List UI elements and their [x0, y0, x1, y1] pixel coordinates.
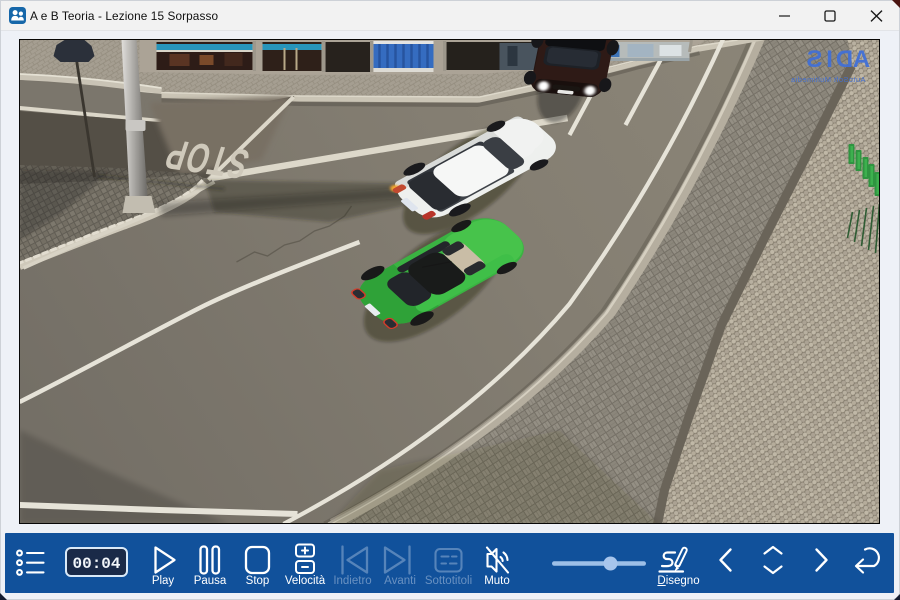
- svg-text:00:04: 00:04: [72, 555, 120, 573]
